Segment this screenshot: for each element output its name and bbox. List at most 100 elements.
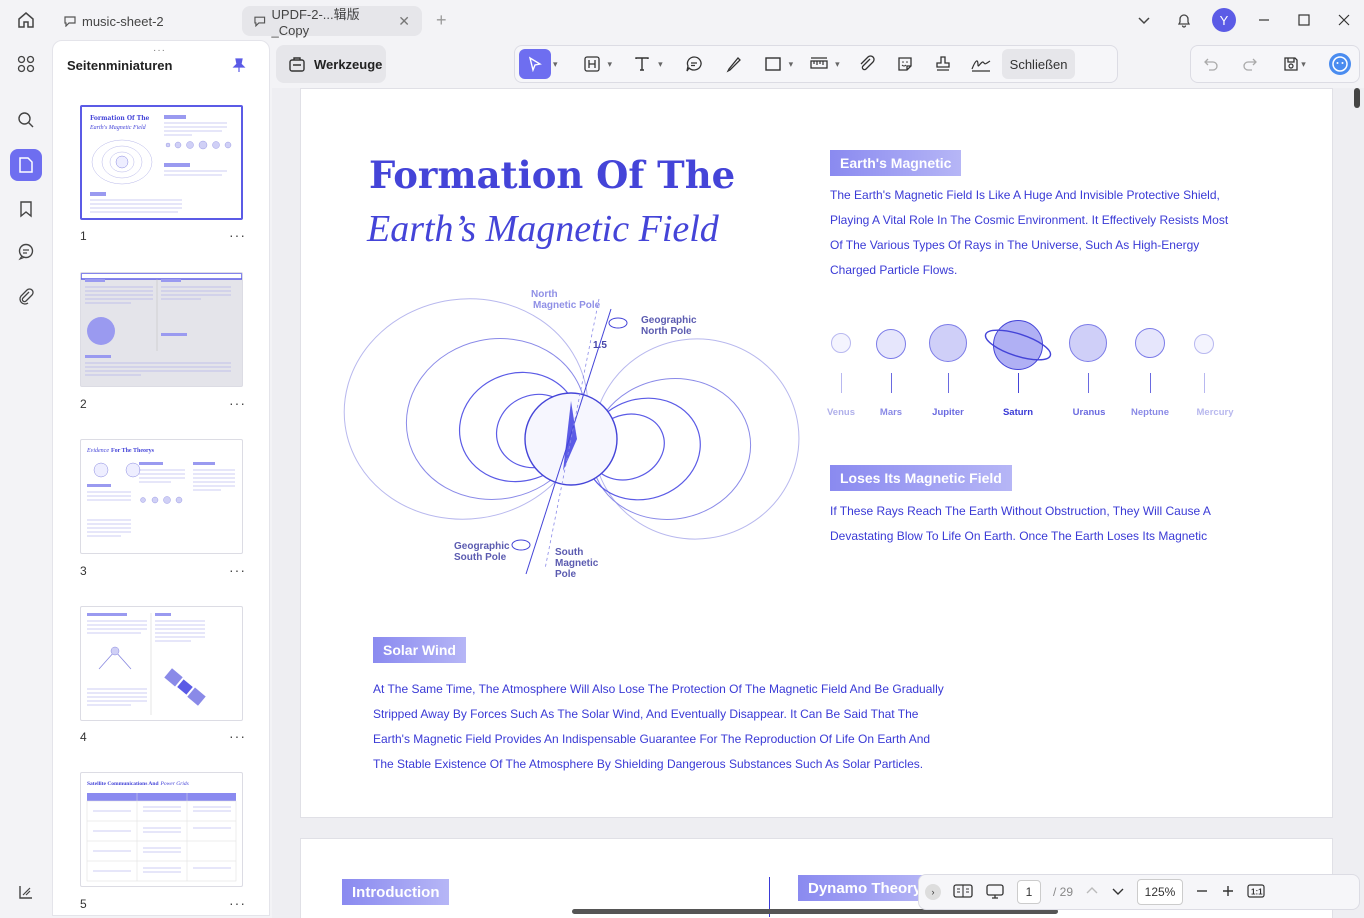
chevron-up-icon [1086,886,1098,893]
two-page-icon [953,883,973,898]
planet-venus [831,333,851,353]
tab-close-icon[interactable]: ✕ [398,13,410,30]
rail-attachments-button[interactable] [10,280,42,312]
collapse-nav-button[interactable]: › [925,884,941,900]
zoom-in-button[interactable] [1221,884,1235,901]
thumbnail-page-2[interactable] [80,272,243,387]
signature-tool[interactable] [966,49,996,79]
text-icon [635,57,649,71]
paragraph-line: Earth's Magnetic Field Provides An Indis… [373,732,931,746]
select-tool-dropdown[interactable]: ▾ [553,59,558,70]
tab-list-button[interactable] [1124,0,1164,40]
planet-stem [1150,373,1151,393]
thumb-subtitle: Earth's Magnetic Field [89,125,147,131]
shape-tool-dropdown[interactable]: ▾ [789,59,794,70]
close-window-button[interactable] [1324,0,1364,40]
redo-button[interactable] [1236,49,1264,79]
rail-bookmarks-button[interactable] [10,193,42,225]
rectangle-icon [764,57,781,71]
new-tab-button[interactable]: + [436,10,447,31]
planet-label: Mars [879,407,903,418]
vertical-scrollbar[interactable] [1354,88,1360,108]
close-tools-button[interactable]: Schließen [1001,49,1076,79]
diagram-label: Magnetic [555,558,599,569]
planet-stem [841,373,842,393]
document-viewer[interactable]: Formation Of The Earth’s Magnetic Field … [272,88,1364,918]
section-heading-introduction: Introduction [342,879,450,905]
thumbnail-page-3[interactable]: Evidence For The Theorys [80,439,243,554]
thumbnail-label: 3 [80,564,87,578]
maximize-button[interactable] [1284,0,1324,40]
page-1: Formation Of The Earth’s Magnetic Field … [300,88,1333,818]
text-tool-dropdown[interactable]: ▾ [658,59,663,70]
stamp-icon [936,56,950,71]
thumbnail-label: 5 [80,897,87,911]
paragraph-line: Charged Particle Flows. [830,263,958,277]
tab-updf-copy[interactable]: UPDF-2-...辑版_Copy ✕ [242,6,422,38]
rail-thumbnails-button[interactable] [10,149,42,181]
home-icon [18,12,34,28]
svg-text:NorthMagnetic Pole: North Magnetic Pole [531,289,601,311]
page-title-line1: Formation Of The [369,153,736,197]
heading-tool-dropdown[interactable]: ▾ [608,59,613,70]
presentation-icon [986,883,1004,899]
thumbnail-page-1[interactable]: Formation Of The Earth's Magnetic Field [80,105,243,220]
maximize-icon [1298,14,1310,26]
ai-assistant-button[interactable] [1326,49,1354,79]
sticker-tool[interactable] [890,49,920,79]
rail-comments-button[interactable] [10,236,42,268]
select-tool[interactable] [519,49,551,79]
thumbnail-image [81,273,242,376]
heading-tool[interactable] [578,49,606,79]
title-bar: music-sheet-2 UPDF-2-...辑版_Copy ✕ + Y [0,0,1364,40]
minimize-button[interactable] [1244,0,1284,40]
notifications-button[interactable] [1164,0,1204,40]
measure-tool-dropdown[interactable]: ▾ [835,59,840,70]
thumbnail-image: Evidence For The Theorys [86,448,235,537]
planet-stem [891,373,892,393]
section-heading-solar-wind: Solar Wind [373,637,466,663]
page-number-input[interactable]: 1 [1017,880,1041,904]
save-button[interactable]: ▾ [1275,49,1315,79]
search-icon [18,112,34,128]
saturn-ring [984,329,1052,361]
thumbnail-more-button[interactable]: ··· [229,728,246,744]
planet-mercury [1194,334,1214,354]
tools-button[interactable]: Werkzeuge [276,45,386,83]
planet-label: Saturn [1002,407,1034,418]
comment-tool[interactable] [679,49,709,79]
text-tool[interactable] [628,49,656,79]
pin-button[interactable] [231,57,247,78]
presentation-button[interactable] [985,883,1005,902]
undo-button[interactable] [1197,49,1225,79]
chevron-down-icon [1112,888,1124,895]
thumbnail-page-5[interactable]: Satellite Communications And Power Grids [80,772,243,887]
svg-text:GeographicSouth Pole: Geographic South Pole [454,541,510,563]
rail-search-button[interactable] [10,104,42,136]
thumbnail-more-button[interactable]: ··· [229,562,246,578]
diagram-label: South Pole [454,552,507,563]
home-button[interactable] [0,0,52,40]
shape-tool[interactable] [759,49,787,79]
measure-tool[interactable] [805,49,833,79]
rail-layers-button[interactable] [10,876,42,908]
thumbnail-page-4[interactable] [80,606,243,721]
thumbnail-more-button[interactable]: ··· [229,395,246,411]
stamp-tool[interactable] [928,49,958,79]
panel-resize-handle[interactable]: ··· [153,45,166,56]
zoom-out-button[interactable] [1195,884,1209,901]
pencil-tool[interactable] [719,49,749,79]
tab-music-sheet[interactable]: music-sheet-2 [52,6,238,36]
page-display-button[interactable] [953,883,973,902]
thumbnail-more-button[interactable]: ··· [229,895,246,911]
thumb-title-bold: For The Theorys [111,448,155,454]
account-button[interactable]: Y [1204,0,1244,40]
previous-page-button[interactable] [1085,884,1099,901]
attach-tool[interactable] [852,49,882,79]
next-page-button[interactable] [1111,884,1125,901]
history-tools: ▾ [1190,45,1360,83]
rail-organize-button[interactable] [10,48,42,80]
zoom-level[interactable]: 125% [1137,879,1184,905]
thumbnail-more-button[interactable]: ··· [229,227,246,243]
actual-size-button[interactable]: 1:1 [1247,883,1265,902]
